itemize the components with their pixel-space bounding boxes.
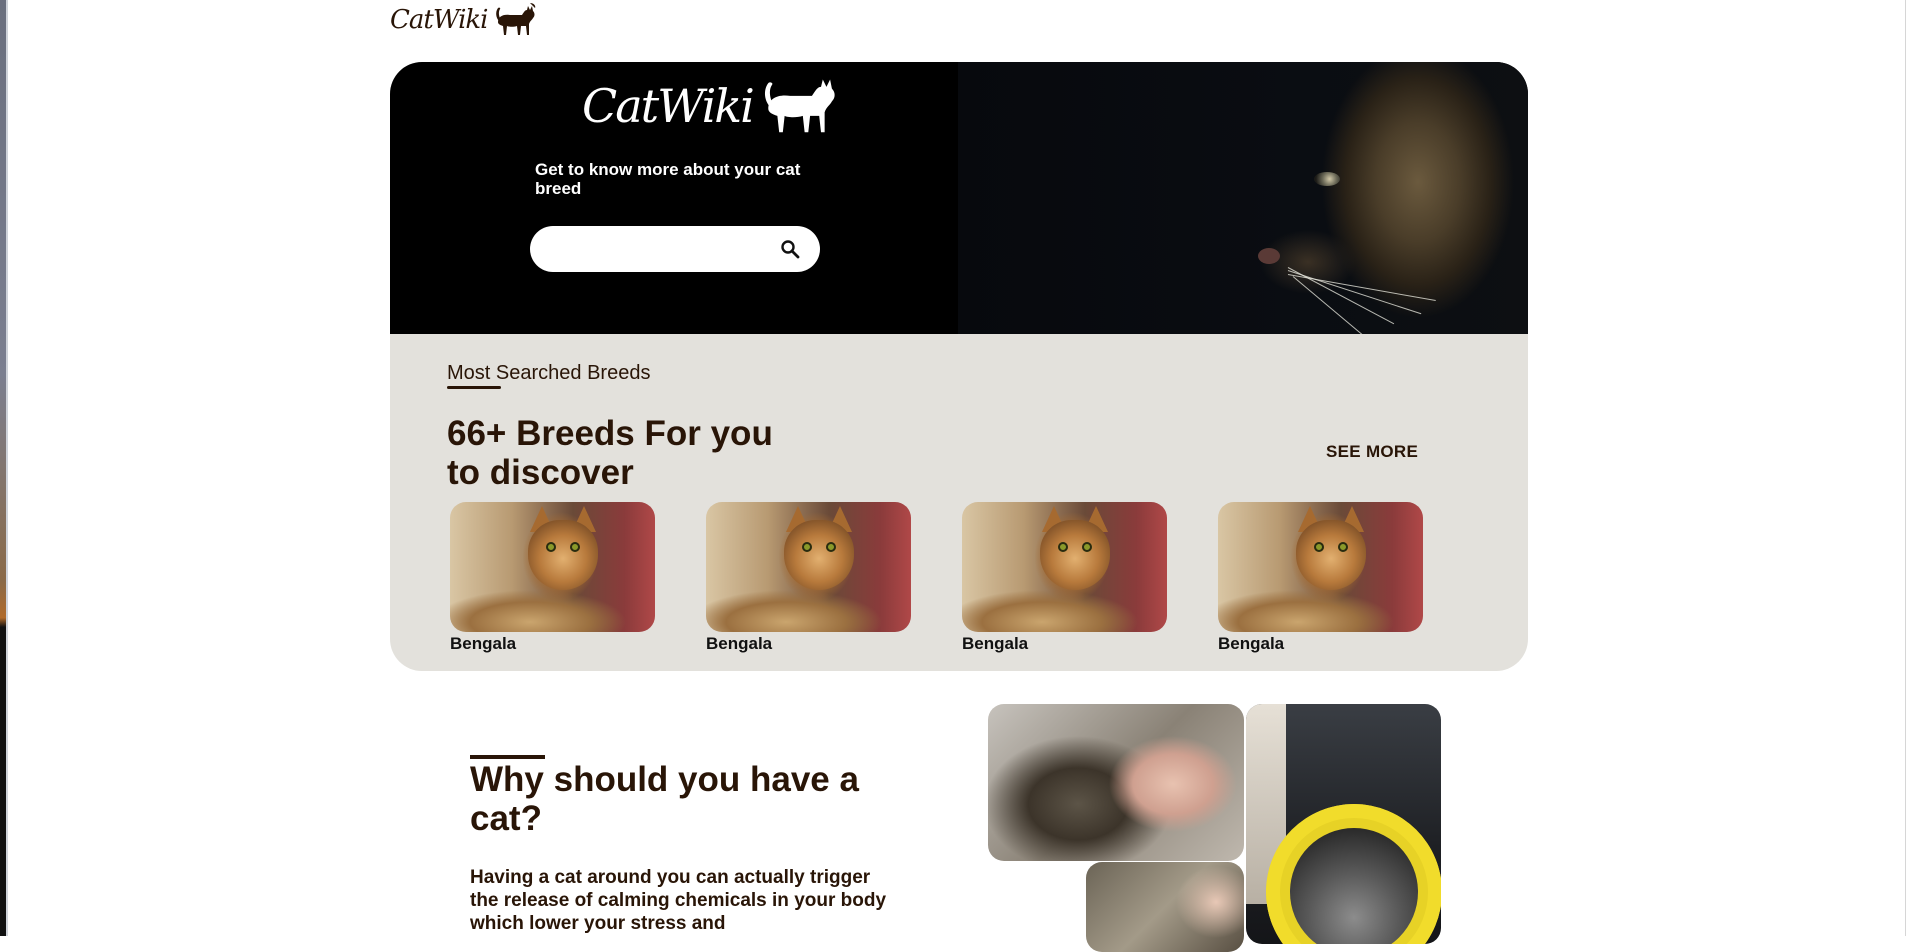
cat-eye bbox=[1082, 542, 1092, 552]
cat-eye bbox=[570, 542, 580, 552]
cat-face bbox=[784, 520, 854, 590]
whisker bbox=[1287, 274, 1436, 302]
cat-face bbox=[1040, 520, 1110, 590]
hero-banner: CatWiki Get to know more about your cat … bbox=[390, 62, 1528, 334]
breed-search-input[interactable] bbox=[550, 239, 770, 259]
breed-card-name: Bengala bbox=[1218, 634, 1285, 653]
why-heading-bar bbox=[470, 755, 545, 759]
section-label: Most Searched Breeds bbox=[447, 362, 651, 384]
hero-logo: CatWiki bbox=[582, 70, 841, 142]
cat-eye bbox=[546, 542, 556, 552]
cat-silhouette-icon bbox=[764, 79, 835, 133]
breed-card-image bbox=[706, 502, 911, 632]
window-edge-left bbox=[0, 0, 8, 936]
header-logo-text: CatWiki bbox=[390, 5, 488, 35]
breed-card[interactable]: Bengala bbox=[706, 502, 911, 654]
cat-eye bbox=[1058, 542, 1068, 552]
most-searched-breeds: Most Searched Breeds 66+ Breeds For you … bbox=[390, 334, 1528, 671]
why-body-text: Having a cat around you can actually tri… bbox=[470, 867, 887, 934]
cat-face bbox=[1296, 520, 1366, 590]
section-label-underline bbox=[447, 386, 501, 389]
header-logo[interactable]: CatWiki bbox=[390, 0, 538, 40]
see-more-link[interactable]: SEE MORE bbox=[1326, 442, 1418, 462]
why-heading: Why should you have a cat? bbox=[470, 760, 859, 838]
breeds-heading: 66+ Breeds For you to discover bbox=[447, 414, 773, 492]
hero-cat-eye bbox=[1314, 172, 1340, 186]
cat-eye bbox=[826, 542, 836, 552]
breed-card-name: Bengala bbox=[962, 634, 1029, 653]
breed-card-image bbox=[1218, 502, 1423, 632]
hero-logo-text: CatWiki bbox=[582, 79, 755, 133]
breed-card-name: Bengala bbox=[450, 634, 517, 653]
cat-photo-sleeping bbox=[988, 704, 1244, 861]
cat-eye bbox=[802, 542, 812, 552]
breed-card-name: Bengala bbox=[706, 634, 773, 653]
hero-cat-nose bbox=[1258, 248, 1280, 264]
cat-photo-backpack bbox=[1246, 704, 1441, 944]
breed-search-box[interactable] bbox=[530, 226, 820, 272]
breed-card[interactable]: Bengala bbox=[1218, 502, 1423, 654]
hero-tagline: Get to know more about your cat breed bbox=[535, 160, 801, 198]
window-edge-right bbox=[1905, 0, 1906, 936]
search-icon[interactable] bbox=[780, 239, 800, 259]
cat-silhouette-icon bbox=[495, 3, 535, 35]
breed-card-image bbox=[450, 502, 655, 632]
cat-photo-held bbox=[1086, 862, 1244, 952]
cat-eye bbox=[1338, 542, 1348, 552]
cat-face bbox=[528, 520, 598, 590]
breed-card[interactable]: Bengala bbox=[450, 502, 655, 654]
breed-card-image bbox=[962, 502, 1167, 632]
hero-cat-photo bbox=[958, 62, 1528, 334]
cat-eye bbox=[1314, 542, 1324, 552]
breed-card[interactable]: Bengala bbox=[962, 502, 1167, 654]
backpack-window bbox=[1290, 828, 1418, 944]
